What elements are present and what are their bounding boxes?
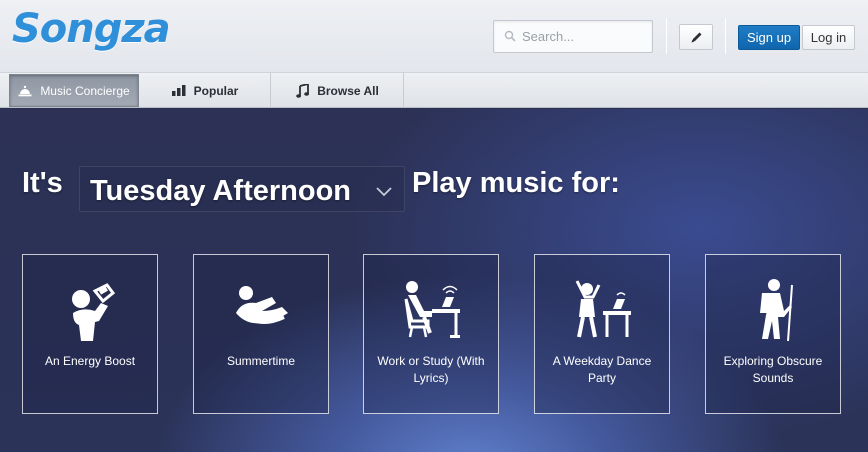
tab-label: Browse All [317,83,379,98]
header-divider [725,18,726,54]
main-nav: Music Concierge Popular Browse All [0,73,868,108]
tab-label: Popular [193,83,239,98]
activity-card-energy-boost[interactable]: An Energy Boost [22,254,158,414]
card-label: Work or Study (With Lyrics) [377,354,485,385]
log-in-button[interactable]: Log in [802,25,855,50]
songza-logo[interactable]: Songza [12,6,171,52]
headline-suffix: Play music for: [412,167,620,199]
activity-card-summertime[interactable]: Summertime [193,254,329,414]
music-note-icon [296,83,310,98]
selected-time: Tuesday Afternoon [90,175,352,207]
hiker-icon [760,279,793,342]
activity-card-obscure-sounds[interactable]: Exploring Obscure Sounds [705,254,841,414]
chevron-down-icon [376,187,392,197]
search-icon [504,30,516,42]
pencil-icon [691,32,701,42]
activity-card-weekday-dance[interactable]: A Weekday Dance Party [534,254,670,414]
tab-popular[interactable]: Popular [140,73,271,108]
office-dancer-icon [575,280,631,338]
site-header: Songza Sign up Log in [0,0,868,73]
search-input[interactable] [522,21,647,52]
header-divider [666,18,667,54]
card-label: A Weekday Dance Party [552,354,652,385]
card-label: Exploring Obscure Sounds [723,354,823,385]
concierge-bell-icon [18,85,32,96]
bar-chart-icon [171,85,186,96]
search-box[interactable] [493,20,653,53]
time-of-day-select[interactable]: Tuesday Afternoon [79,166,405,212]
tab-music-concierge[interactable]: Music Concierge [9,74,139,107]
card-label: Summertime [226,354,295,368]
tab-label: Music Concierge [40,83,130,98]
tab-browse-all[interactable]: Browse All [272,73,404,108]
concierge-panel: It's Tuesday Afternoon Play music for: A… [0,109,868,452]
activity-card-work-study[interactable]: Work or Study (With Lyrics) [363,254,499,414]
headline-prefix: It's [22,167,63,199]
sunbathing-figure-icon [236,286,288,324]
card-label: An Energy Boost [44,354,136,368]
desk-worker-icon [404,281,460,338]
drinking-figure-icon [72,283,116,341]
sign-up-button[interactable]: Sign up [738,25,800,50]
edit-button[interactable] [679,24,713,50]
